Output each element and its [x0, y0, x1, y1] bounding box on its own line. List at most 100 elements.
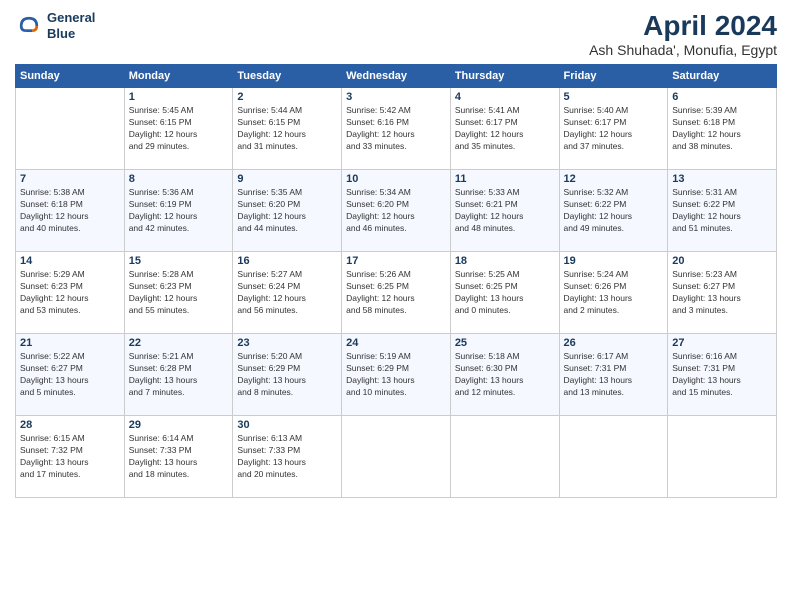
day-number: 29	[129, 419, 229, 431]
day-info: Sunrise: 5:25 AM Sunset: 6:25 PM Dayligh…	[455, 269, 555, 317]
day-number: 21	[20, 337, 120, 349]
calendar-cell	[668, 416, 777, 498]
calendar-cell: 15 Sunrise: 5:28 AM Sunset: 6:23 PM Dayli…	[124, 252, 233, 334]
day-info: Sunrise: 5:45 AM Sunset: 6:15 PM Dayligh…	[129, 105, 229, 153]
calendar-cell: 19 Sunrise: 5:24 AM Sunset: 6:26 PM Dayli…	[559, 252, 668, 334]
day-info: Sunrise: 5:18 AM Sunset: 6:30 PM Dayligh…	[455, 351, 555, 399]
day-info: Sunrise: 5:36 AM Sunset: 6:19 PM Dayligh…	[129, 187, 229, 235]
calendar-body: 1 Sunrise: 5:45 AM Sunset: 6:15 PM Daylig…	[16, 88, 777, 498]
calendar-cell	[342, 416, 451, 498]
calendar-cell: 26 Sunrise: 6:17 AM Sunset: 7:31 PM Dayli…	[559, 334, 668, 416]
week-row-3: 14Sunrise: 5:29 AM Sunset: 6:23 PM Dayli…	[16, 252, 777, 334]
day-info: Sunrise: 5:28 AM Sunset: 6:23 PM Dayligh…	[129, 269, 229, 317]
day-info: Sunrise: 5:26 AM Sunset: 6:25 PM Dayligh…	[346, 269, 446, 317]
calendar-cell: 29 Sunrise: 6:14 AM Sunset: 7:33 PM Dayli…	[124, 416, 233, 498]
day-info: Sunrise: 5:19 AM Sunset: 6:29 PM Dayligh…	[346, 351, 446, 399]
week-row-1: 1 Sunrise: 5:45 AM Sunset: 6:15 PM Daylig…	[16, 88, 777, 170]
calendar-cell	[559, 416, 668, 498]
day-number: 30	[237, 419, 337, 431]
day-info: Sunrise: 5:22 AM Sunset: 6:27 PM Dayligh…	[20, 351, 120, 399]
calendar-cell	[16, 88, 125, 170]
day-info: Sunrise: 6:14 AM Sunset: 7:33 PM Dayligh…	[129, 433, 229, 481]
day-info: Sunrise: 5:27 AM Sunset: 6:24 PM Dayligh…	[237, 269, 337, 317]
day-number: 13	[672, 173, 772, 185]
day-number: 20	[672, 255, 772, 267]
calendar-cell: 13 Sunrise: 5:31 AM Sunset: 6:22 PM Dayli…	[668, 170, 777, 252]
calendar-cell: 6 Sunrise: 5:39 AM Sunset: 6:18 PM Daylig…	[668, 88, 777, 170]
week-row-5: 28Sunrise: 6:15 AM Sunset: 7:32 PM Dayli…	[16, 416, 777, 498]
day-number: 10	[346, 173, 446, 185]
calendar-cell	[450, 416, 559, 498]
weekday-header-row: SundayMondayTuesdayWednesdayThursdayFrid…	[16, 65, 777, 88]
day-info: Sunrise: 5:44 AM Sunset: 6:15 PM Dayligh…	[237, 105, 337, 153]
logo: General Blue	[15, 10, 95, 41]
day-info: Sunrise: 5:34 AM Sunset: 6:20 PM Dayligh…	[346, 187, 446, 235]
weekday-tuesday: Tuesday	[233, 65, 342, 88]
day-number: 3	[346, 91, 446, 103]
calendar-cell: 30 Sunrise: 6:13 AM Sunset: 7:33 PM Dayli…	[233, 416, 342, 498]
calendar-cell: 21 Sunrise: 5:22 AM Sunset: 6:27 PM Dayli…	[16, 334, 125, 416]
calendar-cell: 25Sunrise: 5:18 AM Sunset: 6:30 PM Dayli…	[450, 334, 559, 416]
logo-icon	[15, 12, 43, 40]
day-info: Sunrise: 5:42 AM Sunset: 6:16 PM Dayligh…	[346, 105, 446, 153]
weekday-friday: Friday	[559, 65, 668, 88]
calendar-cell: 2 Sunrise: 5:44 AM Sunset: 6:15 PM Daylig…	[233, 88, 342, 170]
day-info: Sunrise: 5:40 AM Sunset: 6:17 PM Dayligh…	[564, 105, 664, 153]
weekday-wednesday: Wednesday	[342, 65, 451, 88]
weekday-saturday: Saturday	[668, 65, 777, 88]
day-info: Sunrise: 5:38 AM Sunset: 6:18 PM Dayligh…	[20, 187, 120, 235]
day-number: 5	[564, 91, 664, 103]
day-number: 24	[346, 337, 446, 349]
day-info: Sunrise: 6:15 AM Sunset: 7:32 PM Dayligh…	[20, 433, 120, 481]
day-number: 1	[129, 91, 229, 103]
day-number: 12	[564, 173, 664, 185]
day-info: Sunrise: 5:41 AM Sunset: 6:17 PM Dayligh…	[455, 105, 555, 153]
calendar-cell: 7 Sunrise: 5:38 AM Sunset: 6:18 PM Daylig…	[16, 170, 125, 252]
calendar-cell: 17 Sunrise: 5:26 AM Sunset: 6:25 PM Dayli…	[342, 252, 451, 334]
day-info: Sunrise: 6:16 AM Sunset: 7:31 PM Dayligh…	[672, 351, 772, 399]
day-number: 2	[237, 91, 337, 103]
month-title: April 2024	[589, 10, 777, 42]
header: General Blue April 2024 Ash Shuhada', Mo…	[15, 10, 777, 58]
calendar-cell: 23 Sunrise: 5:20 AM Sunset: 6:29 PM Dayli…	[233, 334, 342, 416]
day-number: 23	[237, 337, 337, 349]
location-title: Ash Shuhada', Monufia, Egypt	[589, 42, 777, 58]
calendar-cell: 4 Sunrise: 5:41 AM Sunset: 6:17 PM Daylig…	[450, 88, 559, 170]
calendar-cell: 11Sunrise: 5:33 AM Sunset: 6:21 PM Dayli…	[450, 170, 559, 252]
calendar-cell: 5 Sunrise: 5:40 AM Sunset: 6:17 PM Daylig…	[559, 88, 668, 170]
day-info: Sunrise: 5:39 AM Sunset: 6:18 PM Dayligh…	[672, 105, 772, 153]
day-info: Sunrise: 5:21 AM Sunset: 6:28 PM Dayligh…	[129, 351, 229, 399]
day-number: 27	[672, 337, 772, 349]
day-number: 4	[455, 91, 555, 103]
title-area: April 2024 Ash Shuhada', Monufia, Egypt	[589, 10, 777, 58]
calendar-cell: 1 Sunrise: 5:45 AM Sunset: 6:15 PM Daylig…	[124, 88, 233, 170]
day-info: Sunrise: 5:32 AM Sunset: 6:22 PM Dayligh…	[564, 187, 664, 235]
calendar-cell: 20 Sunrise: 5:23 AM Sunset: 6:27 PM Dayli…	[668, 252, 777, 334]
calendar-cell: 8Sunrise: 5:36 AM Sunset: 6:19 PM Daylig…	[124, 170, 233, 252]
day-number: 17	[346, 255, 446, 267]
day-number: 14	[20, 255, 120, 267]
day-info: Sunrise: 5:20 AM Sunset: 6:29 PM Dayligh…	[237, 351, 337, 399]
day-number: 6	[672, 91, 772, 103]
day-number: 15	[129, 255, 229, 267]
calendar-cell: 27 Sunrise: 6:16 AM Sunset: 7:31 PM Dayli…	[668, 334, 777, 416]
day-info: Sunrise: 6:13 AM Sunset: 7:33 PM Dayligh…	[237, 433, 337, 481]
day-number: 7	[20, 173, 120, 185]
day-number: 9	[237, 173, 337, 185]
day-info: Sunrise: 5:24 AM Sunset: 6:26 PM Dayligh…	[564, 269, 664, 317]
logo-line1: General	[47, 10, 95, 26]
day-number: 22	[129, 337, 229, 349]
day-info: Sunrise: 5:31 AM Sunset: 6:22 PM Dayligh…	[672, 187, 772, 235]
logo-line2: Blue	[47, 26, 95, 42]
weekday-thursday: Thursday	[450, 65, 559, 88]
calendar-cell: 22 Sunrise: 5:21 AM Sunset: 6:28 PM Dayli…	[124, 334, 233, 416]
day-info: Sunrise: 6:17 AM Sunset: 7:31 PM Dayligh…	[564, 351, 664, 399]
day-info: Sunrise: 5:23 AM Sunset: 6:27 PM Dayligh…	[672, 269, 772, 317]
day-number: 16	[237, 255, 337, 267]
day-number: 26	[564, 337, 664, 349]
calendar-cell: 10 Sunrise: 5:34 AM Sunset: 6:20 PM Dayli…	[342, 170, 451, 252]
calendar-table: SundayMondayTuesdayWednesdayThursdayFrid…	[15, 64, 777, 498]
calendar-cell: 16 Sunrise: 5:27 AM Sunset: 6:24 PM Dayli…	[233, 252, 342, 334]
weekday-monday: Monday	[124, 65, 233, 88]
day-number: 19	[564, 255, 664, 267]
